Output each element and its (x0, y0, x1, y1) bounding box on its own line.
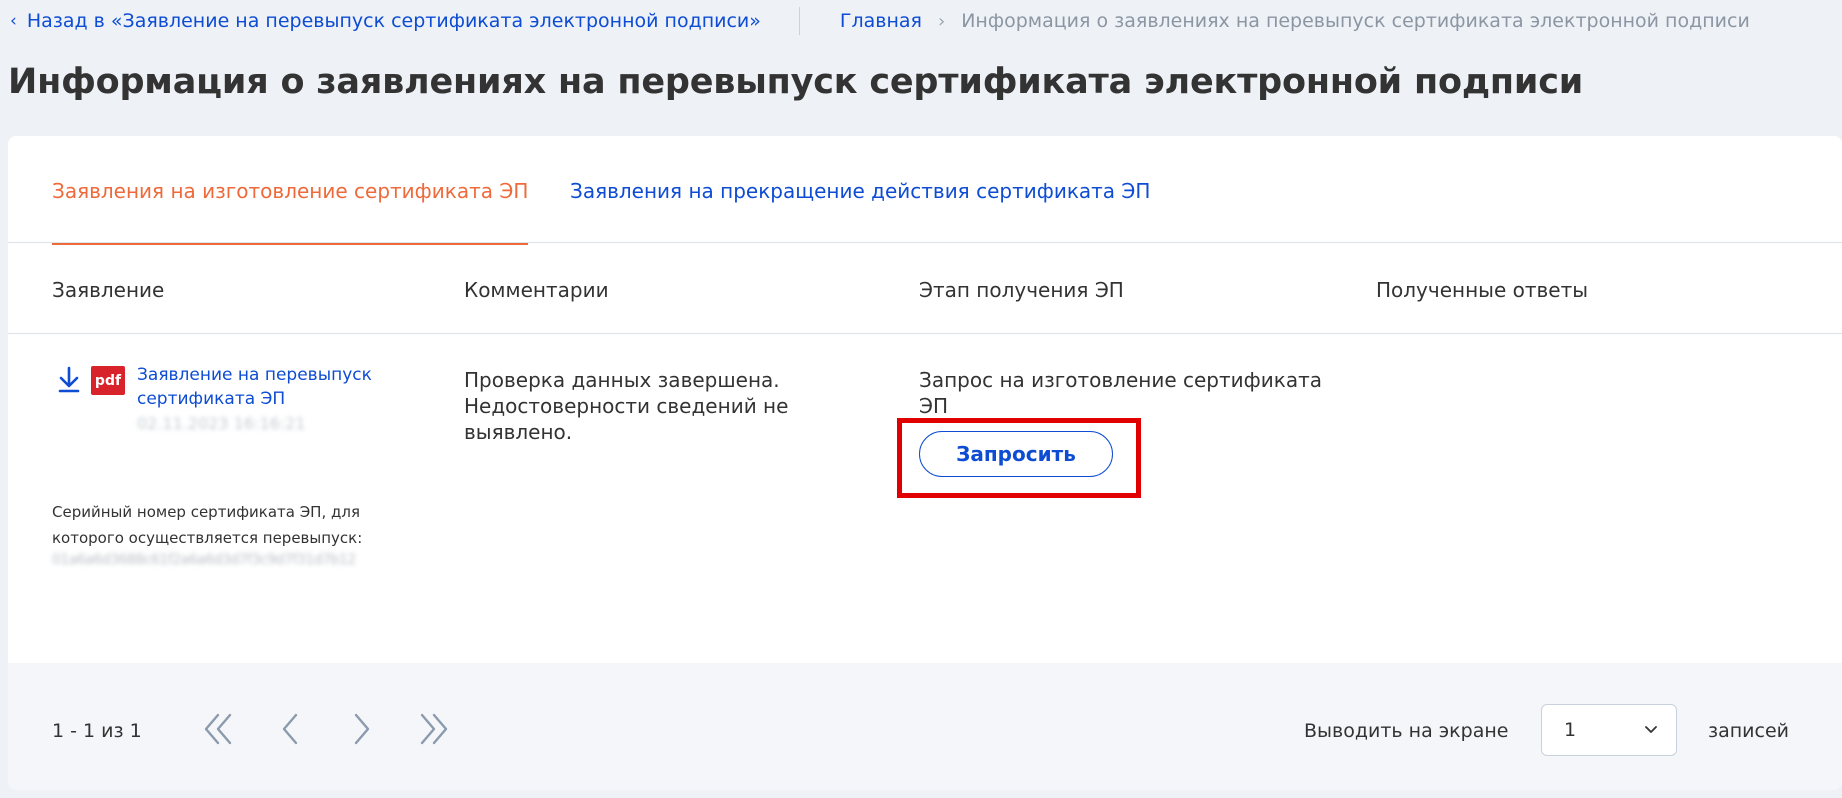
first-page-button[interactable] (198, 709, 238, 749)
breadcrumb-current: Информация о заявлениях на перевыпуск се… (961, 10, 1750, 32)
per-page-select[interactable]: 1 (1541, 704, 1677, 756)
column-header-application: Заявление (52, 278, 165, 302)
chevron-right-icon (354, 713, 370, 745)
page-title: Информация о заявлениях на перевыпуск се… (8, 62, 1584, 102)
chevron-down-icon (1645, 726, 1657, 733)
per-page-value: 1 (1564, 719, 1577, 741)
back-link-label: Назад в «Заявление на перевыпуск сертифи… (26, 10, 761, 32)
chevron-left-icon (282, 713, 298, 745)
back-link[interactable]: ‹ Назад в «Заявление на перевыпуск серти… (10, 10, 761, 32)
double-chevron-left-icon (204, 713, 232, 745)
serial-number-value: 01a6a6d3688c61f2a6a6d3d7f3c9d7f31d7b12 (52, 552, 356, 568)
tab-termination[interactable]: Заявления на прекращение действия сертиф… (570, 179, 1150, 243)
download-icon[interactable] (58, 366, 80, 394)
prev-page-button[interactable] (270, 709, 310, 749)
pagination-info: 1 - 1 из 1 (52, 720, 142, 742)
column-header-responses: Полученные ответы (1376, 278, 1589, 302)
chevron-left-icon: ‹ (10, 11, 17, 31)
comment-text: Проверка данных завершена. Недостовернос… (464, 368, 789, 444)
stage-text: Запрос на изготовление сертификата ЭП (919, 368, 1322, 418)
top-navigation: ‹ Назад в «Заявление на перевыпуск серти… (10, 7, 1750, 35)
pdf-icon: pdf (91, 366, 125, 395)
applications-card: Заявления на изготовление сертификата ЭП… (8, 136, 1842, 790)
records-label: записей (1708, 720, 1790, 742)
tabs-bar: Заявления на изготовление сертификата ЭП… (8, 136, 1842, 245)
double-chevron-right-icon (420, 713, 448, 745)
table-header: Заявление Комментарии Этап получения ЭП … (8, 243, 1842, 334)
divider (798, 7, 800, 35)
table-row: pdf Заявление на перевыпуск сертификата … (8, 334, 1842, 664)
column-header-comments: Комментарии (464, 278, 609, 302)
serial-number-label: Серийный номер сертификата ЭП, для котор… (52, 503, 363, 547)
pagination-bar: 1 - 1 из 1 Выводить на экране 1 записей (8, 663, 1842, 790)
next-page-button[interactable] (342, 709, 382, 749)
document-date: 02.11.2023 16:16:21 (137, 414, 306, 433)
per-page-label: Выводить на экране (1304, 720, 1509, 742)
chevron-right-icon: › (937, 10, 946, 32)
application-document-link[interactable]: Заявление на перевыпуск сертификата ЭП (137, 363, 387, 411)
column-header-stage: Этап получения ЭП (919, 278, 1124, 302)
last-page-button[interactable] (414, 709, 454, 749)
breadcrumb-home[interactable]: Главная (840, 10, 922, 32)
request-button[interactable]: Запросить (919, 431, 1113, 477)
tab-production[interactable]: Заявления на изготовление сертификата ЭП (52, 179, 529, 245)
